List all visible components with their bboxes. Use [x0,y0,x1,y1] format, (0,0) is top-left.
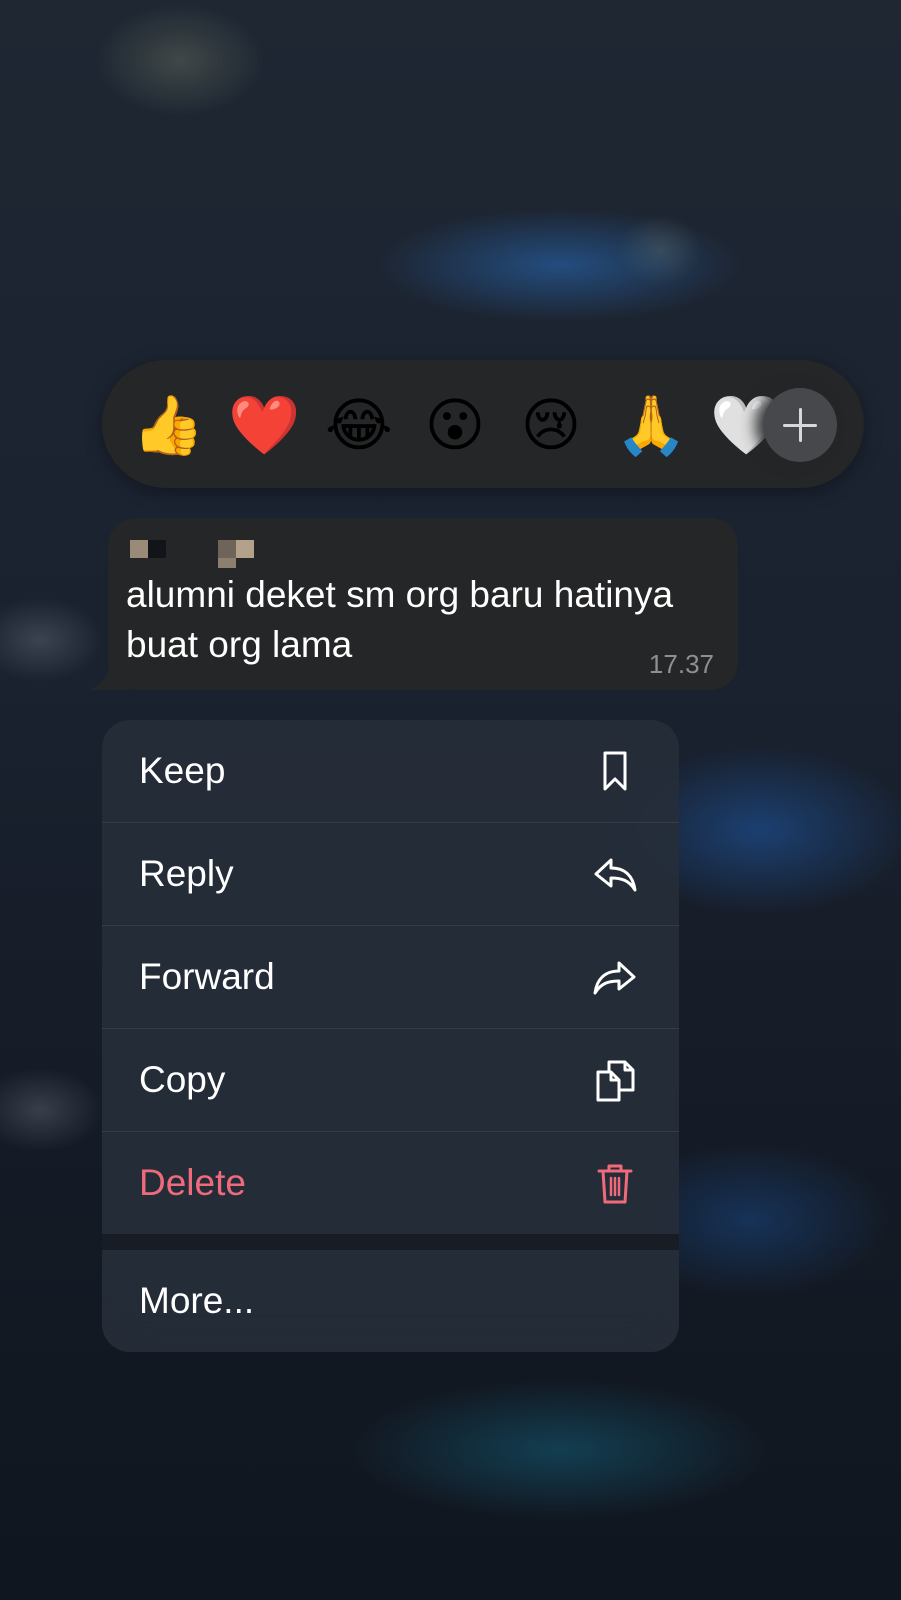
menu-item-label: Keep [139,750,226,791]
trash-icon [597,1164,633,1204]
copy-documents-icon [596,1060,635,1102]
redacted-sender-name [130,540,270,570]
message-context-menu: Keep Reply Forward Copy Delete More... [102,720,679,1352]
menu-item-delete[interactable]: Delete [102,1132,679,1234]
more-reactions-button[interactable] [763,388,837,462]
message-bubble[interactable]: alumni deket sm org baru hatinya buat or… [108,518,738,690]
reaction-crying[interactable]: 😢 [518,392,584,458]
reaction-thumbs-up[interactable]: 👍 [132,392,204,458]
menu-item-copy[interactable]: Copy [102,1029,679,1132]
menu-item-reply[interactable]: Reply [102,823,679,926]
menu-item-label: Delete [139,1162,246,1203]
menu-item-label: More... [139,1280,255,1321]
message-text: alumni deket sm org baru hatinya buat or… [126,574,674,665]
menu-item-forward[interactable]: Forward [102,926,679,1029]
message-timestamp: 17.37 [648,649,714,679]
menu-item-label: Reply [139,853,234,894]
reaction-surprised[interactable]: 😮 [422,392,488,458]
reaction-heart[interactable]: ❤️ [228,392,300,458]
reply-arrow-icon [594,858,637,892]
menu-item-label: Forward [139,956,275,997]
menu-item-more[interactable]: More... [102,1250,679,1352]
menu-item-keep[interactable]: Keep [102,720,679,823]
reaction-laughing[interactable]: 😂 [325,392,393,458]
bookmark-icon [603,751,627,791]
menu-section-divider [102,1234,679,1250]
reaction-pray[interactable]: 🙏 [615,392,687,458]
reaction-bar: 👍 ❤️ 😂 😮 😢 🙏 🤍 [102,360,864,488]
forward-arrow-icon [593,961,636,995]
menu-item-label: Copy [139,1059,226,1100]
